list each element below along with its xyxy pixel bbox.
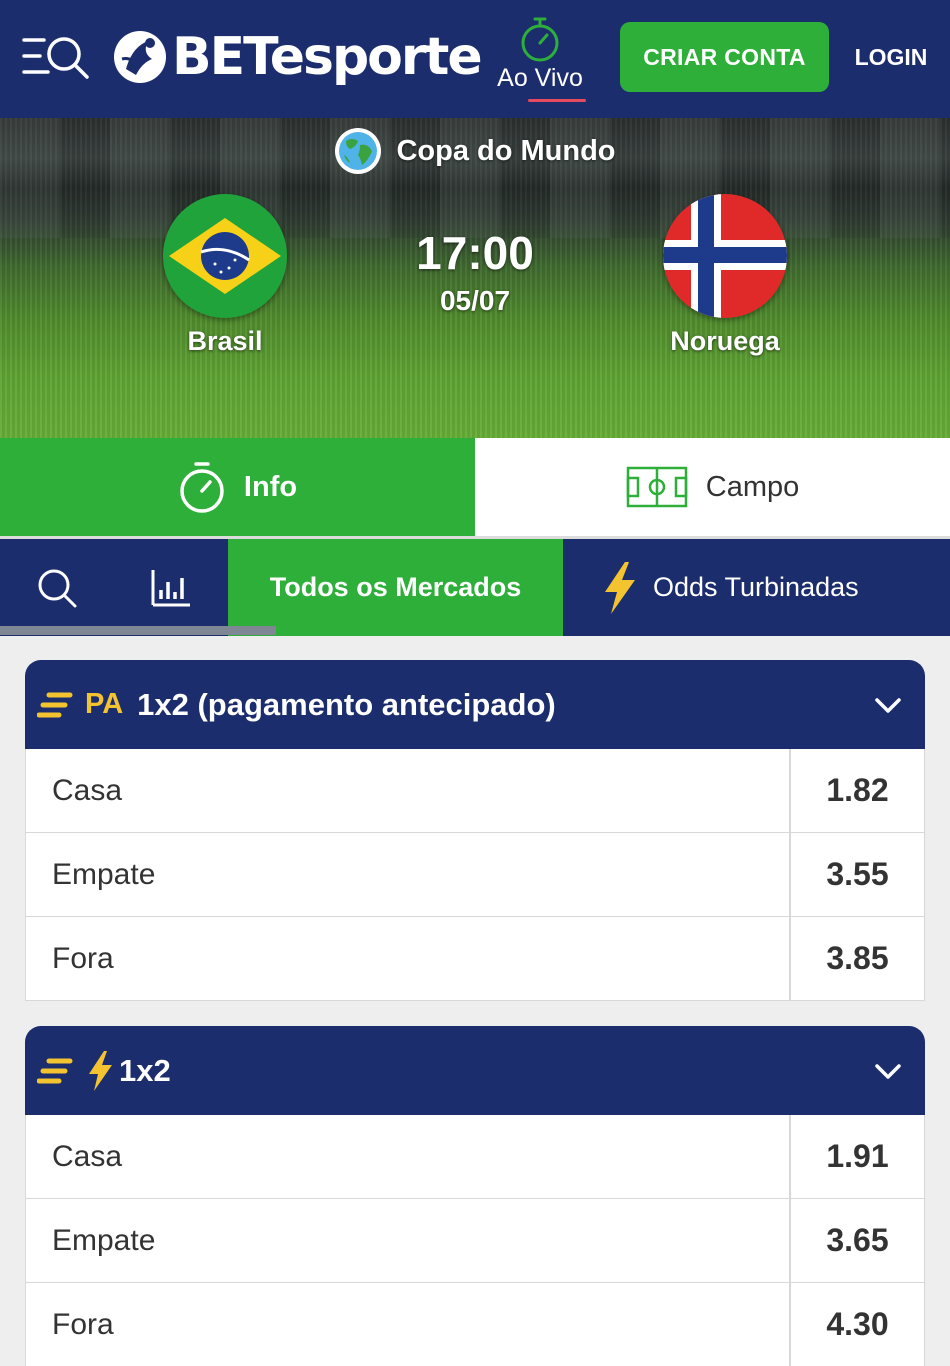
market-card: 1x2 Casa 1.91 Empate 3.65 Fora 4.30 <box>25 1026 925 1366</box>
create-account-button[interactable]: CRIAR CONTA <box>620 22 829 92</box>
stopwatch-icon <box>521 17 559 62</box>
tab-info-label: Info <box>243 470 298 503</box>
tab-field[interactable]: Campo <box>475 438 950 536</box>
outcome-label: Empate <box>26 833 791 916</box>
market-header[interactable]: 1x2 <box>25 1026 925 1115</box>
live-label: Ao Vivo <box>497 64 583 92</box>
soccer-field-icon <box>626 466 687 508</box>
odds-value[interactable]: 3.65 <box>791 1199 924 1282</box>
home-team-name: Brasil <box>187 326 263 356</box>
menu-search-icon <box>22 37 89 79</box>
market-header[interactable]: PA 1x2 (pagamento antecipado) <box>25 660 925 749</box>
odds-row-away[interactable]: Fora 3.85 <box>25 917 925 1001</box>
odds-row-home[interactable]: Casa 1.91 <box>25 1115 925 1199</box>
login-button[interactable]: LOGIN <box>846 22 936 92</box>
brand-logo[interactable]: BETesporte <box>112 22 483 92</box>
stats-chart-icon <box>151 569 190 606</box>
outcome-label: Fora <box>26 1283 791 1366</box>
outcome-label: Casa <box>26 1115 791 1198</box>
outcome-label: Casa <box>26 749 791 832</box>
market-search-button[interactable] <box>0 539 113 636</box>
norway-flag <box>663 194 787 318</box>
competition-header: Copa do Mundo <box>0 126 950 176</box>
match-hero: Copa do Mundo Brasil 17:00 05/07 Noruega <box>0 118 950 438</box>
stopwatch-icon <box>180 462 224 513</box>
odds-row-draw[interactable]: Empate 3.65 <box>25 1199 925 1283</box>
tab-field-label: Campo <box>705 470 800 503</box>
odds-row-home[interactable]: Casa 1.82 <box>25 749 925 833</box>
market-title: 1x2 (pagamento antecipado) <box>137 686 556 722</box>
top-header: BETesporte Ao Vivo CRIAR CONTA LOGIN <box>0 0 950 118</box>
live-underline <box>528 99 586 102</box>
chevron-down-icon <box>875 698 901 713</box>
lightning-bolt-icon <box>605 561 635 614</box>
search-icon <box>38 569 76 607</box>
odds-row-away[interactable]: Fora 4.30 <box>25 1283 925 1366</box>
brazil-flag <box>163 194 287 318</box>
boost-lines-icon <box>37 1058 73 1083</box>
match-date: 05/07 <box>439 285 511 316</box>
match-time: 17:00 <box>416 227 534 279</box>
odds-value[interactable]: 4.30 <box>791 1283 924 1366</box>
brand-name: BETesporte <box>172 27 483 87</box>
outcome-label: Fora <box>26 917 791 1000</box>
market-nav-scrollbar[interactable] <box>0 626 276 635</box>
soccer-ball-logo-icon <box>114 31 166 83</box>
home-team: Brasil <box>115 194 335 357</box>
tab-info[interactable]: Info <box>0 438 475 536</box>
stats-button[interactable] <box>113 539 228 636</box>
odds-value[interactable]: 1.82 <box>791 749 924 832</box>
market-nav: Todos os Mercados Odds Turbinadas <box>0 539 950 636</box>
globe-icon <box>335 128 382 174</box>
lightning-bolt-icon <box>89 1050 112 1091</box>
odds-value[interactable]: 1.91 <box>791 1115 924 1198</box>
boost-lines-icon <box>37 692 73 717</box>
boosted-odds-label: Odds Turbinadas <box>653 572 859 602</box>
odds-value[interactable]: 3.85 <box>791 917 924 1000</box>
early-payout-badge: PA <box>85 688 124 720</box>
odds-value[interactable]: 3.55 <box>791 833 924 916</box>
tab-boosted-odds[interactable]: Odds Turbinadas <box>563 539 950 636</box>
outcome-label: Empate <box>26 1199 791 1282</box>
odds-row-draw[interactable]: Empate 3.55 <box>25 833 925 917</box>
tab-all-markets[interactable]: Todos os Mercados <box>228 539 563 636</box>
menu-search-button[interactable] <box>22 34 92 80</box>
competition-name: Copa do Mundo <box>396 134 616 167</box>
live-link[interactable]: Ao Vivo <box>490 16 590 104</box>
away-team: Noruega <box>615 194 835 357</box>
chevron-down-icon <box>875 1064 901 1079</box>
market-card: PA 1x2 (pagamento antecipado) Casa 1.82 … <box>25 660 925 1001</box>
away-team-name: Noruega <box>670 326 780 356</box>
market-title: 1x2 <box>119 1052 171 1088</box>
